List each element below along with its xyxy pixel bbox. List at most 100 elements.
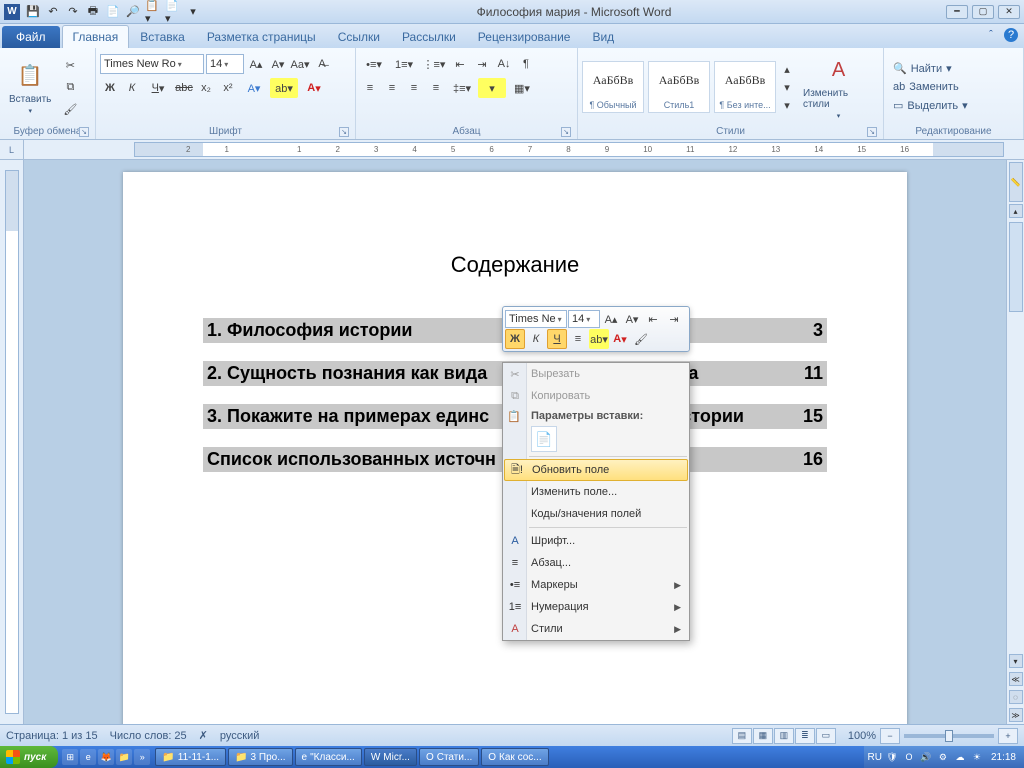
redo-icon[interactable]: ↷	[64, 3, 82, 21]
zoom-level[interactable]: 100%	[848, 730, 876, 742]
status-page[interactable]: Страница: 1 из 15	[6, 730, 98, 742]
underline-icon[interactable]: Ч	[547, 329, 567, 349]
qat-btn[interactable]: 📄	[104, 3, 122, 21]
cm-update-field[interactable]: 🗎!Обновить поле	[504, 459, 688, 481]
cm-styles[interactable]: AСтили▶	[503, 618, 689, 640]
zoom-slider[interactable]	[904, 734, 994, 738]
outline-view-icon[interactable]: ≣	[795, 728, 815, 744]
zoom-out-icon[interactable]: −	[880, 728, 900, 744]
maximize-button[interactable]: ▢	[972, 5, 994, 19]
multilevel-icon[interactable]: ⋮≡▾	[420, 54, 448, 74]
style-item[interactable]: АаБбВв¶ Без инте...	[714, 61, 776, 113]
tab-review[interactable]: Рецензирование	[467, 25, 582, 48]
prev-page-icon[interactable]: ≪	[1009, 672, 1023, 686]
style-gallery[interactable]: АаБбВв¶ Обычный АаБбВвСтиль1 АаБбВв¶ Без…	[582, 61, 794, 113]
tray-icon[interactable]: ☁	[953, 750, 967, 764]
ruler-vertical[interactable]	[5, 170, 19, 714]
select-button[interactable]: ▭Выделить ▾	[888, 97, 973, 114]
scroll-down-icon[interactable]: ▾	[1009, 654, 1023, 668]
paste-option-button[interactable]: 📄	[531, 426, 557, 452]
fullscreen-view-icon[interactable]: ▦	[753, 728, 773, 744]
shrink-font-icon[interactable]: A▾	[622, 309, 642, 329]
file-tab[interactable]: Файл	[2, 26, 60, 48]
taskbar-item[interactable]: e"Класси...	[295, 748, 362, 766]
style-item[interactable]: АаБбВв¶ Обычный	[582, 61, 644, 113]
shading-icon[interactable]: ▾	[478, 78, 506, 98]
next-page-icon[interactable]: ≫	[1009, 708, 1023, 722]
ruler-horizontal[interactable]: 211234567891011121314151617	[134, 142, 1004, 157]
style-more-icon[interactable]: ▾	[780, 97, 794, 113]
clear-format-icon[interactable]: A̶	[312, 54, 332, 74]
cm-bullets[interactable]: •≡Маркеры▶	[503, 574, 689, 596]
cm-font[interactable]: AШрифт...	[503, 530, 689, 552]
change-case-icon[interactable]: Aa▾	[290, 54, 310, 74]
superscript-icon[interactable]: x²	[218, 78, 238, 98]
save-icon[interactable]: 💾	[24, 3, 42, 21]
tab-insert[interactable]: Вставка	[129, 25, 196, 48]
tab-selector[interactable]: L	[0, 140, 24, 159]
align-left-icon[interactable]: ≡	[360, 78, 380, 98]
increase-indent-icon[interactable]: ⇥	[664, 309, 684, 329]
close-button[interactable]: ✕	[998, 5, 1020, 19]
tab-mailings[interactable]: Рассылки	[391, 25, 467, 48]
style-scroll-down-icon[interactable]: ▾	[780, 79, 794, 95]
shrink-font-icon[interactable]: A▾	[268, 54, 288, 74]
qat-btn[interactable]: 📄▾	[164, 3, 182, 21]
status-language[interactable]: русский	[220, 730, 259, 742]
browse-object-icon[interactable]: ◌	[1009, 690, 1023, 704]
taskbar-item[interactable]: WMicr...	[364, 748, 417, 766]
tab-layout[interactable]: Разметка страницы	[196, 25, 327, 48]
scroll-thumb[interactable]	[1009, 222, 1023, 312]
taskbar-item[interactable]: OСтати...	[419, 748, 479, 766]
qat-btn[interactable]: 🔎	[124, 3, 142, 21]
print-layout-view-icon[interactable]: ▤	[732, 728, 752, 744]
justify-icon[interactable]: ≡	[426, 78, 446, 98]
tray-icon[interactable]: 🔊	[919, 750, 933, 764]
tab-home[interactable]: Главная	[62, 25, 130, 48]
paste-button[interactable]: 📋 Вставить ▾	[4, 57, 56, 118]
tray-icon[interactable]: ☀	[970, 750, 984, 764]
cm-field-codes[interactable]: Коды/значения полей	[503, 503, 689, 525]
format-painter-icon[interactable]: 🖌	[631, 329, 651, 349]
borders-icon[interactable]: ▦▾	[508, 78, 536, 98]
tray-icon[interactable]: O	[902, 750, 916, 764]
highlight-icon[interactable]: ab▾	[589, 329, 609, 349]
sort-icon[interactable]: A↓	[494, 54, 514, 74]
ql-more-icon[interactable]: »	[134, 749, 150, 765]
cm-paragraph[interactable]: ≡Абзац...	[503, 552, 689, 574]
strike-icon[interactable]: abc	[174, 78, 194, 98]
minimize-button[interactable]: ━	[946, 5, 968, 19]
replace-button[interactable]: abЗаменить	[888, 79, 973, 95]
cm-numbering[interactable]: 1≡Нумерация▶	[503, 596, 689, 618]
find-button[interactable]: 🔍Найти ▾	[888, 60, 973, 77]
tray-icon[interactable]: ⚙	[936, 750, 950, 764]
dialog-launcher-icon[interactable]: ↘	[79, 127, 89, 137]
bullets-icon[interactable]: •≡▾	[360, 54, 388, 74]
show-marks-icon[interactable]: ¶	[516, 54, 536, 74]
style-item[interactable]: АаБбВвСтиль1	[648, 61, 710, 113]
increase-indent-icon[interactable]: ⇥	[472, 54, 492, 74]
taskbar-item[interactable]: OКак сос...	[481, 748, 548, 766]
mini-size-combo[interactable]: 14▾	[568, 310, 600, 328]
change-styles-button[interactable]: A Изменить стили ▾	[798, 51, 879, 123]
numbering-icon[interactable]: 1≡▾	[390, 54, 418, 74]
copy-icon[interactable]: ⧉	[60, 77, 80, 97]
font-color-icon[interactable]: A▾	[610, 329, 630, 349]
status-proofing-icon[interactable]: ✗	[199, 729, 208, 742]
tab-view[interactable]: Вид	[581, 25, 625, 48]
status-words[interactable]: Число слов: 25	[110, 730, 187, 742]
italic-icon[interactable]: К	[526, 329, 546, 349]
qat-dropdown-icon[interactable]: ▾	[184, 3, 202, 21]
font-size-combo[interactable]: 14▾	[206, 54, 244, 74]
undo-icon[interactable]: ↶	[44, 3, 62, 21]
minimize-ribbon-icon[interactable]: ˆ	[984, 28, 998, 42]
ql-icon[interactable]: e	[80, 749, 96, 765]
align-center-icon[interactable]: ≡	[382, 78, 402, 98]
dialog-launcher-icon[interactable]: ↘	[561, 127, 571, 137]
qat-btn[interactable]: 📋▾	[144, 3, 162, 21]
line-spacing-icon[interactable]: ‡≡▾	[448, 78, 476, 98]
bold-icon[interactable]: Ж	[505, 329, 525, 349]
vertical-scrollbar[interactable]: 📏 ▴ ▾ ≪ ◌ ≫	[1006, 160, 1024, 724]
qat-btn[interactable]: 🖶	[84, 3, 102, 21]
ql-icon[interactable]: ⊞	[62, 749, 78, 765]
